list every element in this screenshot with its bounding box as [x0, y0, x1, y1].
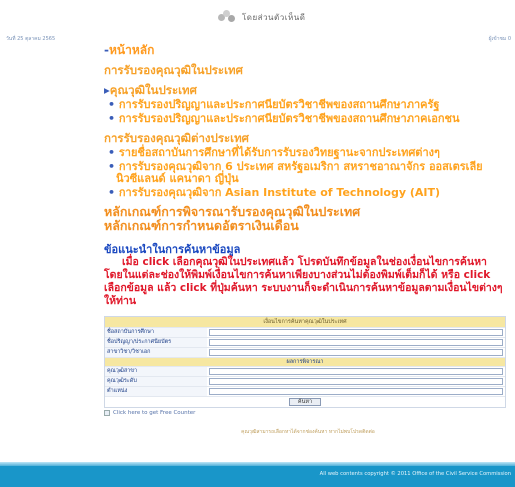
counter-image-icon: [104, 410, 110, 416]
menu-six-countries-link[interactable]: • การรับรองคุณวุฒิจาก 6 ประเทศ สหรัฐอเมร…: [104, 161, 512, 185]
form-row: คุณวุฒิสาขา: [105, 366, 505, 376]
menu-public-institution-link[interactable]: • การรับรองปริญญาและประกาศนียบัตรวิชาชีพ…: [104, 99, 512, 111]
position-select[interactable]: [209, 388, 503, 395]
criteria-domestic-link[interactable]: หลักเกณฑ์การพิจารณารับรองคุณวุฒิในประเทศ: [104, 205, 512, 219]
footnote-text: คุณวุฒิสามารถเลือกหาได้จากช่องค้นหา หากไ…: [241, 429, 375, 435]
position-label: ตำแหน่ง: [105, 387, 207, 396]
dots-logo-icon: [218, 10, 236, 24]
form-row: ชื่อปริญญา/ประกาศนียบัตร: [105, 337, 505, 347]
qualification-level-label: คุณวุฒิระดับ: [105, 377, 207, 386]
instructions-text: เมื่อ click เลือกคุณวุฒิในประเทศแล้ว โปร…: [104, 256, 503, 307]
site-logo[interactable]: โดยส่วนตัวเห็นดี: [218, 10, 305, 24]
criteria-salary-link[interactable]: หลักเกณฑ์การกำหนดอัตราเงินเดือน: [104, 219, 512, 233]
main-content: -หน้าหลัก การรับรองคุณวุฒิในประเทศ ▸คุณว…: [104, 42, 512, 436]
major-input[interactable]: [209, 349, 503, 356]
menu-ait-link[interactable]: • การรับรองคุณวุฒิจาก Asian Institute of…: [104, 187, 512, 199]
site-title: โดยส่วนตัวเห็นดี: [242, 12, 306, 22]
top-strip: วันที่ 25 ตุลาคม 2565 ผู้เข้าชม 0: [0, 35, 515, 42]
menu-home-link[interactable]: -หน้าหลัก: [104, 44, 512, 57]
menu-domestic-qualification[interactable]: ▸คุณวุฒิในประเทศ: [104, 84, 512, 97]
degree-label: ชื่อปริญญา/ประกาศนียบัตร: [105, 338, 207, 347]
qualification-field-select[interactable]: [209, 368, 503, 375]
search-form-header: เงื่อนไขการค้นหาคุณวุฒิในประเทศ: [105, 317, 505, 327]
date-text: วันที่ 25 ตุลาคม 2565: [6, 36, 56, 42]
institution-input[interactable]: [209, 329, 503, 336]
degree-input[interactable]: [209, 339, 503, 346]
result-subheader: ผลการพิจารณา: [105, 357, 505, 366]
instructions-title: ข้อแนะนำในการค้นหาข้อมูล: [104, 243, 241, 256]
qualification-field-label: คุณวุฒิสาขา: [105, 367, 207, 376]
menu-foreign-institutions-link[interactable]: • รายชื่อสถาบันการศึกษาที่ได้รับการรับรอ…: [104, 147, 512, 159]
form-button-row: ค้นหา: [105, 396, 505, 407]
major-label: สาขาวิชา/วิชาเอก: [105, 348, 207, 357]
form-row: ชื่อสถาบันการศึกษา: [105, 327, 505, 337]
menu-domestic-link[interactable]: การรับรองคุณวุฒิในประเทศ: [104, 64, 512, 77]
menu-private-institution-link[interactable]: • การรับรองปริญญาและประกาศนียบัตรวิชาชีพ…: [104, 113, 512, 125]
search-instructions: ข้อแนะนำในการค้นหาข้อมูล เมื่อ click เลื…: [104, 243, 508, 308]
qualification-level-select[interactable]: [209, 378, 503, 385]
form-row: สาขาวิชา/วิชาเอก: [105, 347, 505, 357]
search-form: เงื่อนไขการค้นหาคุณวุฒิในประเทศ ชื่อสถาบ…: [104, 316, 506, 408]
copyright-text: All web contents copyright © 2011 Office…: [319, 471, 511, 477]
menu-foreign-link[interactable]: การรับรองคุณวุฒิต่างประเทศ: [104, 132, 512, 145]
form-row: ตำแหน่ง: [105, 386, 505, 396]
institution-label: ชื่อสถาบันการศึกษา: [105, 328, 207, 337]
free-counter-link[interactable]: Click here to get Free Counter: [104, 410, 512, 416]
search-button[interactable]: ค้นหา: [288, 398, 322, 406]
form-row: คุณวุฒิระดับ: [105, 376, 505, 386]
